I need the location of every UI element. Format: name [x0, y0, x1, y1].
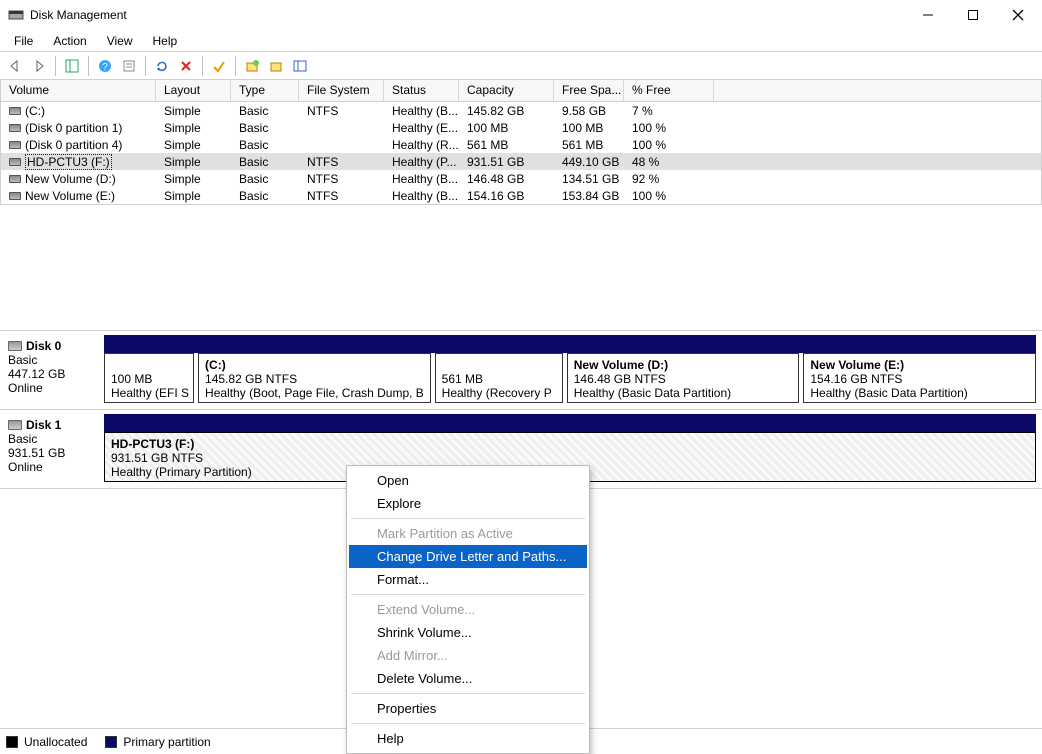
context-menu-item[interactable]: Explore — [349, 492, 587, 515]
context-menu-item: Mark Partition as Active — [349, 522, 587, 545]
legend-label-unallocated: Unallocated — [24, 735, 87, 749]
table-row[interactable]: (Disk 0 partition 1)SimpleBasicHealthy (… — [1, 119, 1041, 136]
table-row[interactable]: (C:)SimpleBasicNTFSHealthy (B...145.82 G… — [1, 102, 1041, 119]
col-type[interactable]: Type — [231, 80, 299, 101]
refresh-icon[interactable] — [151, 55, 173, 77]
context-menu-item[interactable]: Properties — [349, 697, 587, 720]
partition[interactable]: New Volume (E:)154.16 GB NTFSHealthy (Ba… — [803, 353, 1036, 403]
new-volume-icon[interactable] — [241, 55, 263, 77]
context-menu: OpenExplore Mark Partition as ActiveChang… — [346, 465, 590, 754]
context-menu-item[interactable]: Format... — [349, 568, 587, 591]
show-hide-console-tree-icon[interactable] — [61, 55, 83, 77]
disk-icon — [8, 420, 22, 430]
disk-row: Disk 0Basic447.12 GBOnline 100 MBHealthy… — [0, 331, 1042, 410]
volume-list: Volume Layout Type File System Status Ca… — [0, 80, 1042, 205]
properties-icon[interactable] — [118, 55, 140, 77]
close-button[interactable] — [995, 1, 1040, 29]
context-menu-item: Add Mirror... — [349, 644, 587, 667]
maximize-button[interactable] — [950, 1, 995, 29]
context-menu-item[interactable]: Change Drive Letter and Paths... — [349, 545, 587, 568]
partition[interactable]: 100 MBHealthy (EFI S — [104, 353, 194, 403]
partition[interactable]: 561 MBHealthy (Recovery P — [435, 353, 563, 403]
table-row[interactable]: HD-PCTU3 (F:)SimpleBasicNTFSHealthy (P..… — [1, 153, 1041, 170]
col-capacity[interactable]: Capacity — [459, 80, 554, 101]
partition-header-bar — [104, 335, 1036, 353]
disk-icon — [8, 341, 22, 351]
table-row[interactable]: (Disk 0 partition 4)SimpleBasicHealthy (… — [1, 136, 1041, 153]
eject-icon[interactable] — [265, 55, 287, 77]
context-menu-item[interactable]: Help — [349, 727, 587, 750]
context-menu-separator — [351, 594, 585, 595]
titlebar: Disk Management — [0, 0, 1042, 30]
toolbar: ? — [0, 52, 1042, 80]
svg-text:?: ? — [102, 62, 108, 73]
partition[interactable]: (C:)145.82 GB NTFSHealthy (Boot, Page Fi… — [198, 353, 431, 403]
context-menu-item[interactable]: Shrink Volume... — [349, 621, 587, 644]
col-freespace[interactable]: Free Spa... — [554, 80, 624, 101]
legend-swatch-primary — [105, 736, 117, 748]
disk-info: Disk 1Basic931.51 GBOnline — [6, 414, 104, 482]
col-pctfree[interactable]: % Free — [624, 80, 714, 101]
context-menu-item[interactable]: Delete Volume... — [349, 667, 587, 690]
back-button[interactable] — [4, 55, 26, 77]
app-icon — [8, 7, 24, 23]
minimize-button[interactable] — [905, 1, 950, 29]
menu-help[interactable]: Help — [143, 32, 188, 50]
legend-swatch-unallocated — [6, 736, 18, 748]
table-row[interactable]: New Volume (D:)SimpleBasicNTFSHealthy (B… — [1, 170, 1041, 187]
check-icon[interactable] — [208, 55, 230, 77]
menubar: File Action View Help — [0, 30, 1042, 52]
col-volume[interactable]: Volume — [1, 80, 156, 101]
context-menu-separator — [351, 723, 585, 724]
col-status[interactable]: Status — [384, 80, 459, 101]
context-menu-separator — [351, 693, 585, 694]
help-icon[interactable]: ? — [94, 55, 116, 77]
table-row[interactable]: New Volume (E:)SimpleBasicNTFSHealthy (B… — [1, 187, 1041, 204]
settings-icon[interactable] — [289, 55, 311, 77]
menu-file[interactable]: File — [4, 32, 43, 50]
col-layout[interactable]: Layout — [156, 80, 231, 101]
legend-label-primary: Primary partition — [123, 735, 210, 749]
menu-action[interactable]: Action — [43, 32, 96, 50]
col-filesystem[interactable]: File System — [299, 80, 384, 101]
partition-header-bar — [104, 414, 1036, 432]
forward-button[interactable] — [28, 55, 50, 77]
volume-list-header: Volume Layout Type File System Status Ca… — [1, 80, 1041, 102]
window-title: Disk Management — [30, 8, 127, 22]
context-menu-item[interactable]: Open — [349, 469, 587, 492]
menu-view[interactable]: View — [97, 32, 143, 50]
disk-info: Disk 0Basic447.12 GBOnline — [6, 335, 104, 403]
context-menu-item: Extend Volume... — [349, 598, 587, 621]
context-menu-separator — [351, 518, 585, 519]
partition[interactable]: New Volume (D:)146.48 GB NTFSHealthy (Ba… — [567, 353, 800, 403]
delete-icon[interactable] — [175, 55, 197, 77]
